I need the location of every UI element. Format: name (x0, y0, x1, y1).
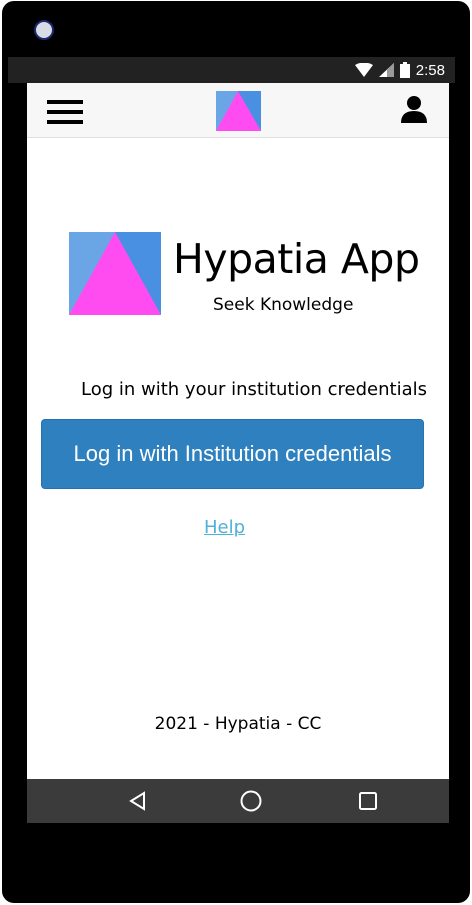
back-icon[interactable] (127, 790, 149, 812)
app-tagline: Seek Knowledge (213, 295, 354, 315)
hypatia-large-logo-icon (69, 232, 161, 315)
app-title: Hypatia App (173, 235, 420, 283)
app-bar (27, 83, 449, 138)
wifi-icon (354, 63, 373, 77)
user-account-icon[interactable] (401, 95, 427, 123)
cell-signal-icon (378, 63, 394, 77)
hamburger-menu-icon[interactable] (47, 100, 83, 124)
footer-copyright: 2021 - Hypatia - CC (154, 714, 322, 734)
app-screen: Hypatia App Seek Knowledge Log in with y… (27, 83, 449, 779)
android-nav-bar (27, 779, 449, 823)
status-time: 2:58 (415, 61, 445, 79)
battery-icon (399, 62, 410, 78)
recents-icon[interactable] (357, 790, 379, 812)
status-bar: 2:58 (8, 57, 455, 83)
login-instructions: Log in with your institution credentials (81, 379, 427, 400)
institution-login-button[interactable]: Log in with Institution credentials (41, 419, 424, 489)
help-link[interactable]: Help (204, 517, 245, 538)
home-icon[interactable] (240, 790, 262, 812)
front-camera (34, 20, 54, 40)
hypatia-logo-icon (216, 91, 261, 131)
